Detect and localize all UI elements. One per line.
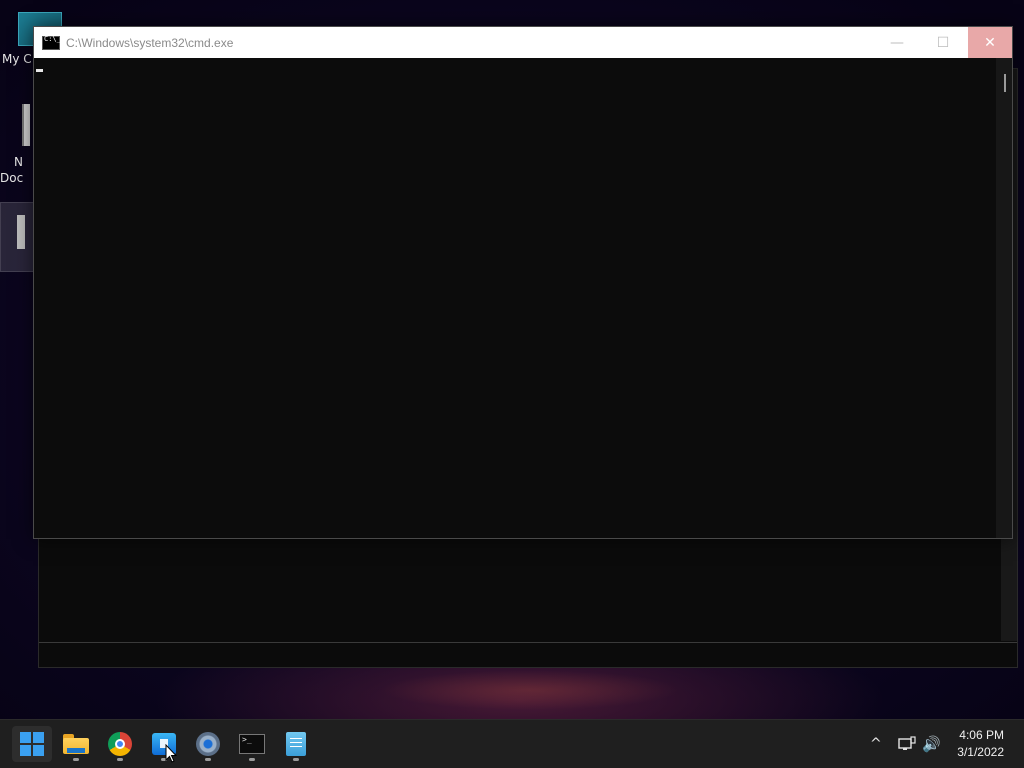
clock-time: 4:06 PM <box>959 728 1004 742</box>
taskbar-settings[interactable] <box>188 726 228 762</box>
file-explorer-icon <box>63 734 89 754</box>
taskbar-file-explorer[interactable] <box>56 726 96 762</box>
volume-button[interactable]: 🔊 <box>922 720 941 768</box>
windows-start-icon <box>20 732 44 756</box>
file-icon <box>17 215 25 249</box>
maximize-button[interactable]: ☐ <box>920 27 966 58</box>
chrome-icon <box>108 732 132 756</box>
system-clock[interactable]: 4:06 PM 3/1/2022 <box>957 727 1004 761</box>
maximize-icon: ☐ <box>936 34 950 51</box>
settings-gear-icon <box>196 732 220 756</box>
desktop-glow <box>380 670 680 710</box>
taskbar: ^ 🔊 4:06 PM 3/1/2022 <box>0 719 1024 768</box>
running-indicator <box>117 758 123 761</box>
taskbar-command-prompt[interactable] <box>232 726 272 762</box>
command-prompt-icon <box>239 734 265 754</box>
mouse-pointer-icon <box>165 744 177 763</box>
chevron-up-icon: ^ <box>870 736 882 752</box>
scrollbar-thumb[interactable] <box>1004 74 1006 92</box>
text-cursor <box>36 69 43 72</box>
console-output-area[interactable] <box>34 58 996 538</box>
start-button[interactable] <box>12 726 52 762</box>
cmd-app-icon[interactable] <box>42 35 61 50</box>
taskbar-chrome[interactable] <box>100 726 140 762</box>
close-icon: ✕ <box>984 34 996 51</box>
cmd-window[interactable]: C:\Windows\system32\cmd.exe — ☐ ✕ <box>33 26 1013 539</box>
taskbar-microsoft-store[interactable] <box>144 726 184 762</box>
cmd-window-title: C:\Windows\system32\cmd.exe <box>66 35 234 50</box>
background-window-status-divider <box>39 642 1017 643</box>
running-indicator <box>293 758 299 761</box>
document-icon <box>22 104 30 146</box>
network-button[interactable] <box>898 720 916 768</box>
volume-icon: 🔊 <box>922 735 941 753</box>
running-indicator <box>249 758 255 761</box>
network-icon <box>898 736 916 750</box>
running-indicator <box>205 758 211 761</box>
taskbar-notepad[interactable] <box>276 726 316 762</box>
running-indicator <box>73 758 79 761</box>
minimize-button[interactable]: — <box>874 27 920 58</box>
cmd-titlebar[interactable]: C:\Windows\system32\cmd.exe — ☐ ✕ <box>34 27 1012 58</box>
console-scrollbar[interactable] <box>996 58 1012 538</box>
clock-date: 3/1/2022 <box>957 745 1004 759</box>
show-hidden-icons-button[interactable]: ^ <box>870 720 882 768</box>
close-button[interactable]: ✕ <box>968 27 1012 58</box>
notepad-icon <box>286 732 306 756</box>
minimize-icon: — <box>890 34 904 51</box>
